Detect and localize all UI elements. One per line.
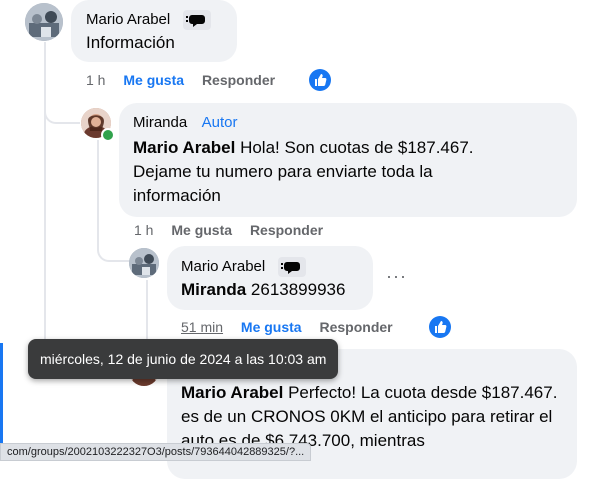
- mention-link[interactable]: Mario Arabel: [181, 383, 283, 402]
- comment-body: 2613899936: [246, 280, 346, 299]
- comment-actions-2: 1 h Me gusta Responder: [134, 222, 337, 238]
- like-button[interactable]: Me gusta: [171, 222, 232, 238]
- status-bar-url: com/groups/2002103222327O3/posts/7936440…: [0, 443, 312, 461]
- avatar-mario-2[interactable]: [129, 248, 159, 278]
- comment-text: Miranda 2613899936: [181, 278, 345, 302]
- comment-text: Información: [86, 33, 175, 52]
- online-status-icon: [101, 128, 115, 142]
- like-reaction-icon[interactable]: [429, 316, 451, 338]
- thread-line-main: [44, 42, 46, 342]
- avatar-mario-1[interactable]: [25, 3, 63, 41]
- comment-author[interactable]: Miranda: [133, 114, 187, 131]
- reply-button[interactable]: Responder: [320, 319, 393, 335]
- more-options-icon[interactable]: ···: [386, 266, 407, 287]
- thread-connector-2: [97, 236, 129, 262]
- thread-line-sub: [97, 140, 99, 245]
- comment-text: Mario Arabel Hola! Son cuotas de $187.46…: [133, 136, 513, 208]
- author-tag: Autor: [201, 114, 238, 131]
- like-button[interactable]: Me gusta: [123, 72, 184, 88]
- comment-bubble-1: Mario Arabel Información: [71, 0, 237, 62]
- comment-actions-1: 1 h Me gusta Responder: [86, 72, 289, 88]
- reply-button[interactable]: Responder: [202, 72, 275, 88]
- mention-link[interactable]: Miranda: [181, 280, 246, 299]
- comment-bubble-3: Mario Arabel Miranda 2613899936: [167, 246, 373, 310]
- thread-connector-1: [44, 100, 80, 124]
- like-reaction-icon[interactable]: [309, 69, 331, 91]
- comment-time[interactable]: 1 h: [86, 72, 105, 88]
- comment-badge-icon: [277, 257, 306, 277]
- comment-time[interactable]: 1 h: [134, 222, 153, 238]
- comment-author[interactable]: Mario Arabel: [86, 11, 170, 28]
- mention-link[interactable]: Mario Arabel: [133, 138, 235, 157]
- comment-bubble-2: Miranda Autor Mario Arabel Hola! Son cuo…: [119, 103, 577, 217]
- comment-time[interactable]: 51 min: [181, 319, 223, 335]
- like-button[interactable]: Me gusta: [241, 319, 302, 335]
- reply-button[interactable]: Responder: [250, 222, 323, 238]
- thread-line-sub2: [146, 280, 148, 340]
- timestamp-tooltip: miércoles, 12 de junio de 2024 a las 10:…: [28, 339, 339, 379]
- comment-badge-icon: [182, 10, 211, 30]
- comment-author[interactable]: Mario Arabel: [181, 258, 265, 275]
- comment-actions-3: 51 min Me gusta Responder: [181, 319, 407, 335]
